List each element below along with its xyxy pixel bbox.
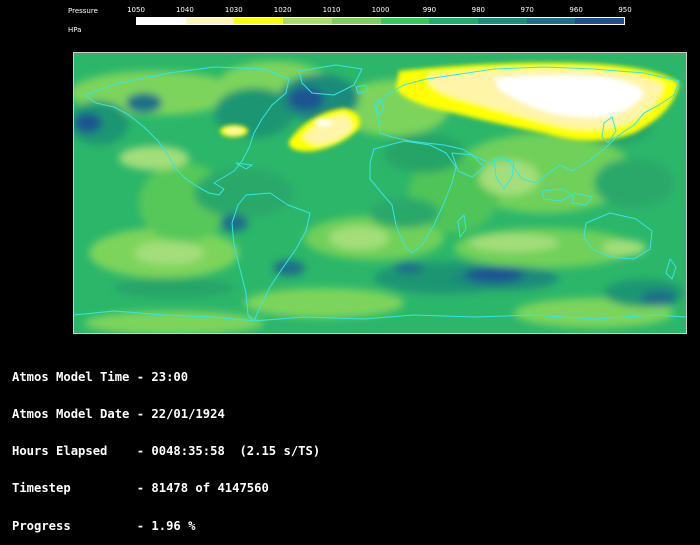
colorbar-segment xyxy=(234,18,284,24)
model-time: Atmos Model Time - 23:00 xyxy=(12,369,189,384)
tick-label: 1020 xyxy=(273,6,292,14)
colorbar-tick-labels: 1050 1040 1030 1020 1010 1000 990 980 97… xyxy=(127,6,632,16)
tick-label: 990 xyxy=(422,6,437,14)
tick-label: 1040 xyxy=(175,6,194,14)
model-status-panel: Atmos Model Time - 23:00 Atmos Model Dat… xyxy=(12,346,320,545)
tick-label: 1000 xyxy=(371,6,390,14)
colorbar-segment xyxy=(185,18,235,24)
colorbar-segment xyxy=(331,18,381,24)
tick-label: 1030 xyxy=(224,6,243,14)
legend-title: Pressure xyxy=(68,7,98,15)
tick-label: 960 xyxy=(569,6,583,14)
colorbar-segment xyxy=(137,18,186,24)
colorbar-segment xyxy=(429,18,478,24)
legend-unit: HPa xyxy=(68,26,82,34)
hours-elapsed: Hours Elapsed - 0048:35:58 (2.15 s/TS) xyxy=(12,444,321,459)
pressure-colorbar xyxy=(136,17,625,25)
timestep: Timestep - 81478 of 4147560 xyxy=(12,481,269,496)
model-date: Atmos Model Date - 22/01/1924 xyxy=(12,407,225,422)
tick-label: 950 xyxy=(618,6,632,14)
map-canvas xyxy=(74,53,686,333)
colorbar-segment xyxy=(380,18,430,24)
pressure-map xyxy=(73,52,687,334)
colorbar-segment xyxy=(283,18,332,24)
tick-label: 970 xyxy=(520,6,534,14)
colorbar-segment xyxy=(526,18,576,24)
tick-label: 1010 xyxy=(322,6,341,14)
colorbar-segment xyxy=(477,18,527,24)
tick-label: 980 xyxy=(471,6,485,14)
progress: Progress - 1.96 % xyxy=(12,518,196,533)
tick-label: 1050 xyxy=(127,6,145,14)
colorbar-segment xyxy=(575,18,625,24)
